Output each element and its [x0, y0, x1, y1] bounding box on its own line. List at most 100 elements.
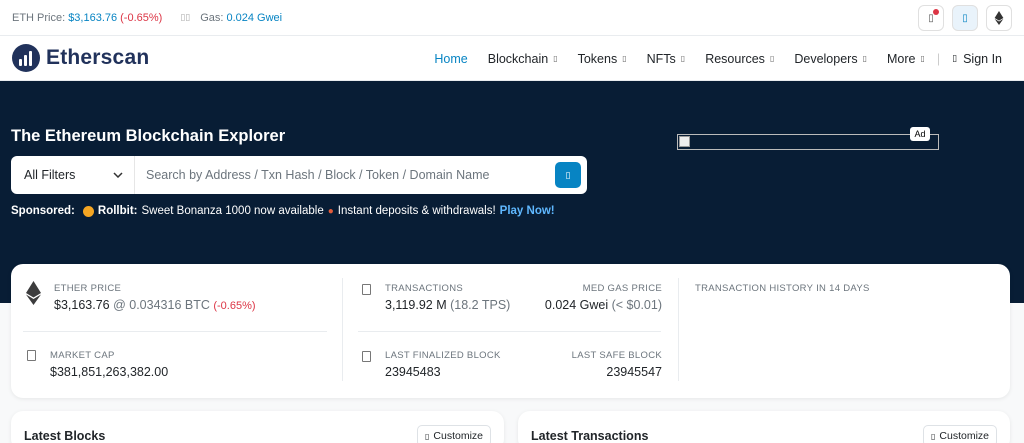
market-cap-label: MARKET CAP	[50, 350, 115, 361]
sliders-icon: ▯	[424, 431, 430, 441]
nav-item-label: Blockchain	[487, 51, 549, 66]
sponsor-text: Sweet Bonanza 1000 now available	[141, 205, 324, 217]
customize-transactions-button[interactable]: ▯ Customize	[922, 425, 997, 443]
nav-item-home[interactable]: Home	[434, 52, 467, 66]
sponsored-banner: Sponsored: Rollbit: Sweet Bonanza 1000 n…	[11, 205, 555, 217]
broken-image-icon	[679, 136, 690, 147]
notification-dot	[933, 9, 939, 15]
nav-item-label: More	[886, 51, 916, 66]
ethereum-icon	[26, 281, 41, 305]
chevron-down-icon	[113, 172, 123, 178]
chevron-down-icon: ▯	[862, 54, 867, 63]
filter-label: All Filters	[24, 168, 76, 182]
nav-item-resources[interactable]: Resources ▯	[705, 52, 774, 66]
server-icon	[362, 284, 371, 295]
chevron-down-icon: ▯	[680, 54, 686, 63]
network-stats-card: ETHER PRICE $3,163.76 @ 0.034316 BTC (-0…	[11, 264, 1010, 398]
customize-label: Customize	[433, 430, 483, 442]
nav-item-label: Developers	[794, 51, 858, 66]
nav-item-nfts[interactable]: NFTs ▯	[647, 52, 686, 66]
market-cap-value: $381,851,263,382.00	[50, 365, 169, 379]
latest-transactions-title: Latest Transactions	[531, 429, 649, 443]
last-finalized-block-value[interactable]: 23945483	[385, 365, 441, 379]
rollbit-logo-icon	[82, 205, 94, 217]
user-icon: ▯	[952, 53, 958, 63]
nav-item-blockchain[interactable]: Blockchain ▯	[488, 52, 558, 66]
eth-price-value[interactable]: $3,163.76	[68, 12, 117, 24]
chevron-down-icon: ▯	[920, 54, 925, 63]
etherscan-logo[interactable]: Etherscan	[12, 44, 149, 72]
customize-label: Customize	[939, 430, 989, 442]
med-gas-price-row: 0.024 Gwei (< $0.01)	[545, 298, 662, 312]
transactions-row: 3,119.92 M (18.2 TPS)	[385, 298, 510, 312]
med-gas-price-usd: (< $0.01)	[611, 298, 662, 312]
search-filter-dropdown[interactable]: All Filters	[11, 156, 135, 194]
nav-item-label: NFTs	[646, 51, 676, 66]
logo-text: Etherscan	[46, 46, 150, 69]
ethereum-icon	[994, 11, 1004, 25]
gas-value[interactable]: 0.024 Gwei	[226, 12, 282, 24]
nav-item-label: Home	[434, 51, 468, 66]
latest-transactions-panel: Latest Transactions ▯ Customize	[518, 411, 1010, 443]
transactions-tps: (18.2 TPS)	[450, 298, 511, 312]
customize-blocks-button[interactable]: ▯ Customize	[416, 425, 491, 443]
eth-price-change: (-0.65%)	[120, 11, 163, 24]
chevron-down-icon: ▯	[769, 54, 775, 63]
gas-pump-icon: ▯▯	[180, 12, 191, 22]
chevron-down-icon: ▯	[622, 54, 627, 63]
top-info-bar: ETH Price: $3,163.76 (-0.65%) ▯▯ Gas: 0.…	[0, 0, 1024, 36]
transactions-value[interactable]: 3,119.92 M	[385, 298, 447, 312]
gas-label: Gas:	[200, 11, 224, 24]
sponsor-text-2: Instant deposits & withdrawals!	[337, 205, 496, 217]
column-divider	[342, 278, 343, 381]
nav-item-more[interactable]: More ▯	[887, 52, 925, 66]
divider	[358, 331, 661, 332]
nav-divider: |	[936, 51, 941, 66]
top-actions: ▯ ▯	[918, 5, 1012, 31]
search-icon: ▯	[565, 169, 571, 180]
block-icon	[362, 351, 371, 362]
theme-toggle-button[interactable]: ▯	[952, 5, 978, 31]
transaction-history-label: TRANSACTION HISTORY IN 14 DAYS	[695, 283, 870, 294]
ad-banner[interactable]	[677, 134, 939, 150]
column-divider	[678, 278, 679, 381]
fire-icon: ●	[327, 205, 334, 217]
med-gas-price-label: MED GAS PRICE	[582, 283, 662, 294]
divider	[23, 331, 327, 332]
last-safe-block-label: LAST SAFE BLOCK	[571, 350, 662, 361]
search-button[interactable]: ▯	[555, 162, 581, 188]
nav-item-label: Tokens	[577, 51, 618, 66]
nav-item-label: Resources	[705, 51, 765, 66]
main-navbar: Etherscan Home Blockchain ▯ Tokens ▯ NFT…	[0, 36, 1024, 81]
sponsored-label: Sponsored:	[11, 205, 75, 217]
latest-blocks-title: Latest Blocks	[24, 429, 106, 443]
chevron-down-icon: ▯	[553, 54, 558, 63]
eth-price-label: ETH Price:	[12, 11, 66, 24]
ether-price-row: $3,163.76 @ 0.034316 BTC (-0.65%)	[54, 298, 256, 312]
moon-icon: ▯	[962, 12, 968, 24]
sign-in-label: Sign In	[963, 51, 1002, 66]
network-switch-button[interactable]	[986, 5, 1012, 31]
ether-price-btc: @ 0.034316 BTC	[113, 298, 210, 312]
logo-mark-icon	[12, 44, 40, 72]
search-bar: All Filters ▯	[11, 156, 587, 194]
med-gas-price-value[interactable]: 0.024 Gwei	[545, 298, 608, 312]
transactions-label: TRANSACTIONS	[385, 283, 464, 294]
nav-menu: Home Blockchain ▯ Tokens ▯ NFTs ▯ Resour…	[414, 36, 1002, 81]
ether-price-value[interactable]: $3,163.76	[54, 298, 110, 312]
notification-button[interactable]: ▯	[918, 5, 944, 31]
sponsor-cta-link[interactable]: Play Now!	[500, 205, 555, 217]
sign-in-link[interactable]: ▯ Sign In	[952, 52, 1002, 66]
latest-blocks-panel: Latest Blocks ▯ Customize	[11, 411, 504, 443]
last-safe-block-value[interactable]: 23945547	[606, 365, 662, 379]
nav-item-tokens[interactable]: Tokens ▯	[578, 52, 627, 66]
nav-item-developers[interactable]: Developers ▯	[794, 52, 867, 66]
page-title: The Ethereum Blockchain Explorer	[11, 127, 286, 145]
search-input[interactable]	[135, 168, 555, 182]
globe-icon	[27, 350, 36, 361]
sponsor-name: Rollbit:	[97, 205, 138, 217]
ad-tag: Ad	[910, 127, 930, 141]
last-finalized-block-label: LAST FINALIZED BLOCK	[385, 350, 501, 361]
sliders-icon: ▯	[930, 431, 936, 441]
ether-price-label: ETHER PRICE	[54, 283, 122, 294]
